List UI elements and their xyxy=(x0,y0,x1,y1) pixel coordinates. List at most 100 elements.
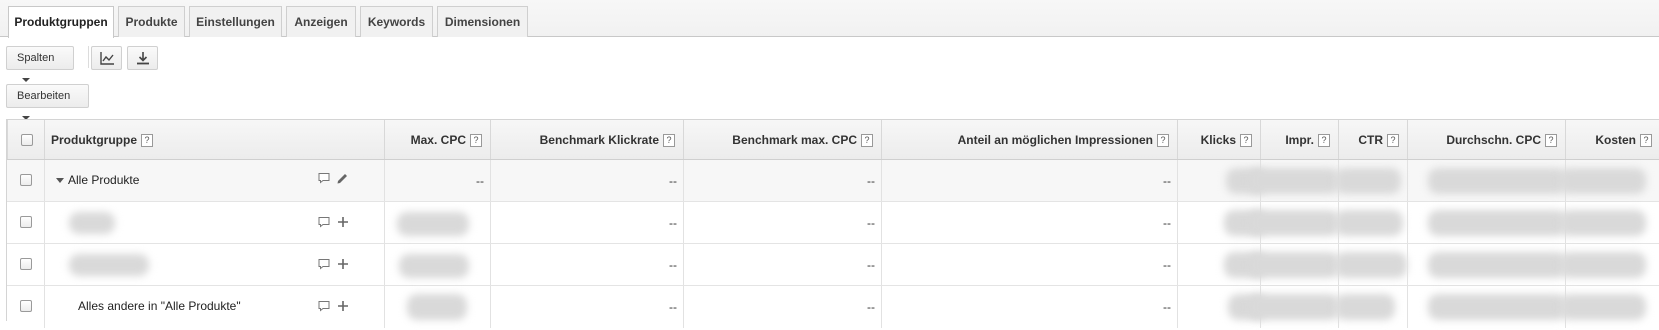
header-impr[interactable]: Impr.? xyxy=(1260,120,1338,159)
max-cpc-cell[interactable] xyxy=(384,244,490,285)
header-impression-share[interactable]: Anteil an möglichen Impressionen? xyxy=(881,120,1177,159)
help-icon[interactable]: ? xyxy=(1387,134,1399,147)
header-select-cell xyxy=(7,120,44,159)
header-max-cpc[interactable]: Max. CPC? xyxy=(384,120,490,159)
benchmark-max-cpc-value: -- xyxy=(867,258,875,272)
row-checkbox[interactable] xyxy=(20,258,32,270)
plus-icon[interactable] xyxy=(337,216,349,228)
redacted-value xyxy=(1249,210,1339,236)
columns-button[interactable]: Spalten xyxy=(6,46,74,83)
help-icon[interactable]: ? xyxy=(663,134,675,147)
select-all-checkbox[interactable] xyxy=(21,134,33,146)
columns-button-label: Spalten xyxy=(17,52,55,64)
avg-cpc-cell xyxy=(1407,202,1566,243)
produktgruppe-cell xyxy=(44,202,384,243)
product-group-name[interactable]: Alle Produkte xyxy=(68,173,139,187)
comment-icon[interactable] xyxy=(318,258,330,270)
edit-button-label: Bearbeiten xyxy=(17,90,71,102)
header-max-cpc-label: Max. CPC xyxy=(410,133,466,147)
tab-anzeigen[interactable]: Anzeigen xyxy=(286,6,356,37)
benchmark-max-cpc-cell: -- xyxy=(683,202,881,243)
redacted-value xyxy=(1335,252,1407,278)
help-icon[interactable]: ? xyxy=(1640,134,1652,147)
row-checkbox[interactable] xyxy=(20,174,32,186)
impression-share-value: -- xyxy=(1163,174,1171,188)
header-benchmark-ctr[interactable]: Benchmark Klickrate? xyxy=(490,120,683,159)
plus-icon[interactable] xyxy=(337,258,349,270)
ctr-cell xyxy=(1335,160,1407,201)
header-clicks[interactable]: Klicks? xyxy=(1177,120,1260,159)
redacted-product-name xyxy=(69,254,149,276)
produktgruppe-cell xyxy=(44,244,384,285)
help-icon[interactable]: ? xyxy=(141,134,153,147)
max-cpc-cell[interactable] xyxy=(384,202,490,243)
cost-cell xyxy=(1560,160,1659,201)
header-benchmark-ctr-label: Benchmark Klickrate xyxy=(539,133,659,147)
plus-icon[interactable] xyxy=(337,300,349,312)
header-cost[interactable]: Kosten? xyxy=(1565,120,1659,159)
impr-cell xyxy=(1249,244,1339,285)
redacted-value xyxy=(1249,168,1339,194)
max-cpc-cell[interactable]: -- xyxy=(384,160,490,201)
produktgruppe-cell: Alle Produkte xyxy=(44,160,384,201)
pencil-icon[interactable] xyxy=(336,172,349,185)
tab-keywords[interactable]: Keywords xyxy=(360,6,433,37)
cost-cell xyxy=(1560,202,1659,243)
product-groups-table: Produktgruppe? Max. CPC? Benchmark Klick… xyxy=(6,119,1659,328)
table-row: Alle Produkte -- -- -- -- xyxy=(7,160,1659,202)
benchmark-ctr-cell: -- xyxy=(490,202,683,243)
header-ctr[interactable]: CTR? xyxy=(1338,120,1407,159)
redacted-value xyxy=(1428,210,1566,236)
benchmark-max-cpc-cell: -- xyxy=(683,244,881,285)
max-cpc-value: -- xyxy=(476,174,484,188)
redacted-value xyxy=(1335,168,1401,194)
header-benchmark-max-cpc[interactable]: Benchmark max. CPC? xyxy=(683,120,881,159)
ctr-cell xyxy=(1335,202,1407,243)
impression-share-value: -- xyxy=(1163,300,1171,314)
help-icon[interactable]: ? xyxy=(470,134,482,147)
redacted-value xyxy=(1560,210,1646,236)
chart-toggle-button[interactable] xyxy=(91,46,122,70)
benchmark-ctr-value: -- xyxy=(669,216,677,230)
header-produktgruppe[interactable]: Produktgruppe? xyxy=(44,120,384,159)
redacted-product-name xyxy=(69,212,115,234)
row-checkbox[interactable] xyxy=(20,216,32,228)
help-icon[interactable]: ? xyxy=(861,134,873,147)
benchmark-max-cpc-cell: -- xyxy=(683,286,881,328)
tab-dimensionen[interactable]: Dimensionen xyxy=(437,6,528,37)
tab-produkte[interactable]: Produkte xyxy=(118,6,185,37)
tab-bar: Produktgruppen Produkte Einstellungen An… xyxy=(0,0,1659,38)
benchmark-ctr-cell: -- xyxy=(490,160,683,201)
help-icon[interactable]: ? xyxy=(1240,134,1252,147)
clicks-cell xyxy=(1177,286,1266,328)
row-select-cell xyxy=(7,202,44,243)
benchmark-ctr-cell: -- xyxy=(490,244,683,285)
redacted-value xyxy=(397,212,469,236)
collapse-arrow-icon[interactable] xyxy=(56,178,64,183)
tab-einstellungen[interactable]: Einstellungen xyxy=(189,6,282,37)
benchmark-ctr-cell: -- xyxy=(490,286,683,328)
header-clicks-label: Klicks xyxy=(1200,133,1236,147)
product-group-name[interactable]: Alles andere in "Alle Produkte" xyxy=(78,299,241,313)
tab-produktgruppen[interactable]: Produktgruppen xyxy=(8,6,114,38)
impression-share-cell: -- xyxy=(881,202,1177,243)
help-icon[interactable]: ? xyxy=(1545,134,1557,147)
table-row: Alles andere in "Alle Produkte" -- -- -- xyxy=(7,286,1659,328)
redacted-value xyxy=(1560,252,1646,278)
comment-icon[interactable] xyxy=(318,172,330,184)
cost-cell xyxy=(1560,286,1659,328)
header-avg-cpc[interactable]: Durchschn. CPC? xyxy=(1407,120,1565,159)
clicks-cell xyxy=(1177,160,1266,201)
help-icon[interactable]: ? xyxy=(1318,134,1330,147)
help-icon[interactable]: ? xyxy=(1157,134,1169,147)
edit-button[interactable]: Bearbeiten xyxy=(6,84,89,121)
comment-icon[interactable] xyxy=(318,216,330,228)
row-checkbox[interactable] xyxy=(20,300,32,312)
redacted-value xyxy=(399,254,469,278)
comment-icon[interactable] xyxy=(318,300,330,312)
avg-cpc-cell xyxy=(1407,286,1566,328)
download-button[interactable] xyxy=(127,46,158,70)
impression-share-value: -- xyxy=(1163,216,1171,230)
max-cpc-cell[interactable] xyxy=(384,286,490,328)
redacted-value xyxy=(1249,294,1339,320)
